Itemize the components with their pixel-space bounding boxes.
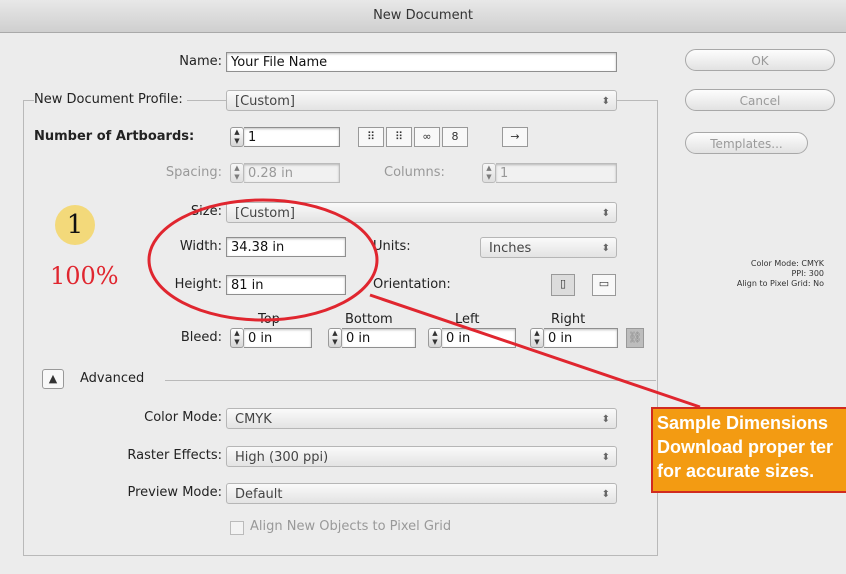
color-mode-value: CMYK <box>235 412 272 427</box>
scale-percent-label: 100% <box>50 262 119 290</box>
grid-by-row-icon[interactable]: ⠿ <box>358 127 384 147</box>
raster-effects-value: High (300 ppi) <box>235 450 329 465</box>
chevron-updown-icon: ⬍ <box>601 414 610 425</box>
align-pixel-grid-label: Align New Objects to Pixel Grid <box>250 519 452 534</box>
name-label: Name: <box>179 54 222 69</box>
bleed-top-label: Top <box>258 312 280 327</box>
bleed-left-stepper-icon[interactable]: ▲ ▼ <box>428 328 442 348</box>
color-mode-select[interactable]: CMYK ⬍ <box>226 408 617 429</box>
bleed-right-stepper-icon[interactable]: ▲ ▼ <box>530 328 544 348</box>
bleed-top-stepper-icon[interactable]: ▲ ▼ <box>230 328 244 348</box>
bleed-right-label: Right <box>551 312 586 327</box>
info-align-grid: Align to Pixel Grid: No <box>736 279 824 288</box>
chevron-updown-icon: ⬍ <box>601 96 610 107</box>
chevron-updown-icon: ⬍ <box>601 208 610 219</box>
units-select[interactable]: Inches ⬍ <box>480 237 617 258</box>
columns-stepper-icon: ▲ ▼ <box>482 163 496 183</box>
window-title: New Document <box>0 0 846 33</box>
height-field[interactable]: 81 in <box>226 275 346 295</box>
columns-field: 1 <box>496 163 617 183</box>
size-value: [Custom] <box>235 206 295 221</box>
width-label: Width: <box>179 239 222 254</box>
chevron-updown-icon: ⬍ <box>601 243 610 254</box>
name-field[interactable]: Your File Name <box>226 52 617 72</box>
spacing-stepper-icon: ▲ ▼ <box>230 163 244 183</box>
callout-box: Sample Dimensions Download proper ter fo… <box>651 407 846 493</box>
columns-label: Columns: <box>384 165 445 180</box>
size-label: Size: <box>190 204 222 219</box>
raster-effects-select[interactable]: High (300 ppi) ⬍ <box>226 446 617 467</box>
bleed-bottom-label: Bottom <box>345 312 393 327</box>
portrait-orientation-icon[interactable]: ▯ <box>551 274 575 296</box>
info-ppi: PPI: 300 <box>791 269 824 278</box>
bleed-bottom-stepper-icon[interactable]: ▲ ▼ <box>328 328 342 348</box>
grid-by-column-icon[interactable]: ⠿ <box>386 127 412 147</box>
align-pixel-grid-checkbox <box>230 521 244 535</box>
bleed-label: Bleed: <box>180 330 222 345</box>
preview-mode-select[interactable]: Default ⬍ <box>226 483 617 504</box>
arrange-by-column-icon[interactable]: 8 <box>442 127 468 147</box>
ok-button[interactable]: OK <box>685 49 835 71</box>
artboards-label: Number of Artboards: <box>34 129 195 144</box>
raster-effects-label: Raster Effects: <box>127 448 222 463</box>
advanced-toggle-icon[interactable]: ▲ <box>42 369 64 389</box>
document-info-panel: Color Mode: CMYK PPI: 300 Align to Pixel… <box>737 259 824 289</box>
advanced-divider <box>165 380 656 381</box>
bleed-top-field[interactable]: 0 in <box>244 328 312 348</box>
landscape-orientation-icon[interactable]: ▭ <box>592 274 616 296</box>
advanced-label[interactable]: Advanced <box>80 371 144 386</box>
arrange-by-row-icon[interactable]: ∞ <box>414 127 440 147</box>
color-mode-label: Color Mode: <box>144 410 222 425</box>
link-bleed-icon[interactable]: ⛓ <box>626 328 644 348</box>
preview-mode-label: Preview Mode: <box>127 485 222 500</box>
profile-value: [Custom] <box>235 94 295 109</box>
artboards-stepper-icon[interactable]: ▲ ▼ <box>230 127 244 147</box>
left-to-right-layout-icon[interactable]: → <box>502 127 528 147</box>
profile-select[interactable]: [Custom] ⬍ <box>226 90 617 111</box>
profile-label: New Document Profile: <box>34 92 187 107</box>
step-number-badge: 1 <box>55 205 95 245</box>
bleed-left-label: Left <box>455 312 480 327</box>
info-color-mode: Color Mode: CMYK <box>750 259 824 268</box>
artboards-field[interactable]: 1 <box>244 127 340 147</box>
units-label: Units: <box>373 239 411 254</box>
chevron-updown-icon: ⬍ <box>601 452 610 463</box>
bleed-left-field[interactable]: 0 in <box>442 328 516 348</box>
bleed-right-field[interactable]: 0 in <box>544 328 618 348</box>
size-select[interactable]: [Custom] ⬍ <box>226 202 617 223</box>
height-label: Height: <box>174 277 222 292</box>
templates-button[interactable]: Templates... <box>685 132 808 154</box>
callout-line-1: Sample Dimensions <box>657 413 829 433</box>
spacing-field: 0.28 in <box>244 163 340 183</box>
units-value: Inches <box>489 241 532 256</box>
callout-line-3: for accurate sizes. <box>657 461 815 481</box>
chevron-updown-icon: ⬍ <box>601 489 610 500</box>
orientation-label: Orientation: <box>373 277 451 292</box>
spacing-label: Spacing: <box>165 165 222 180</box>
width-field[interactable]: 34.38 in <box>226 237 346 257</box>
callout-line-2: Download proper ter <box>657 437 834 457</box>
cancel-button[interactable]: Cancel <box>685 89 835 111</box>
preview-mode-value: Default <box>235 487 283 502</box>
bleed-bottom-field[interactable]: 0 in <box>342 328 416 348</box>
